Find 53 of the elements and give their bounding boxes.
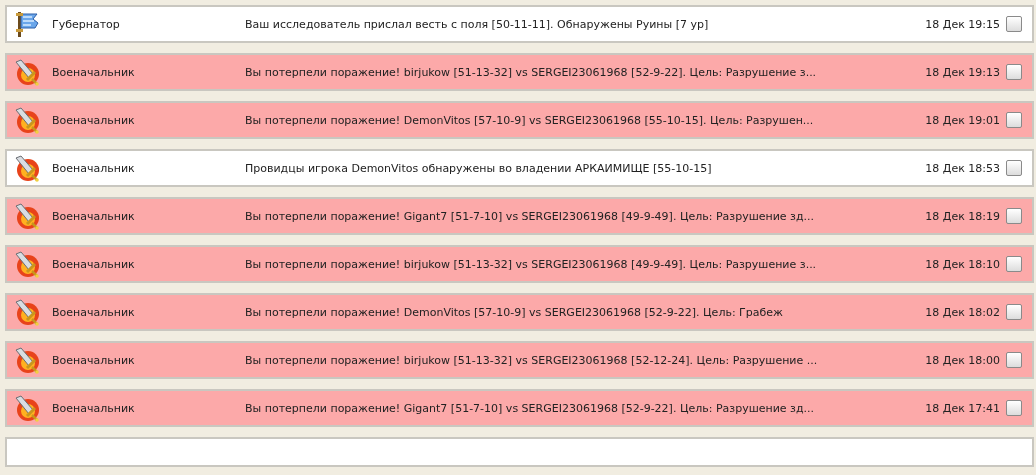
flaming-sword-icon — [12, 394, 41, 422]
sender-name: Военачальник — [52, 305, 136, 319]
sender-name: Военачальник — [52, 161, 136, 175]
checkbox[interactable] — [1006, 16, 1022, 32]
message-time: 18 Дек 19:01 — [925, 113, 1001, 127]
message-row[interactable]: Военачальник Вы потерпели поражение! birjukow [51-13-32] vs SERGEI23061968 [52-9-22]. Цель: Разрушение з... 18 Дек 19:13 — [5, 53, 1034, 91]
message-time: 18 Дек 18:00 — [925, 353, 1001, 367]
message-row[interactable]: Военачальник Провидцы игрока DemonVitos обнаружены во владении АРКАИМИЩЕ [55-10-15] 18 Дек 18:53 — [5, 149, 1034, 187]
message-text: Вы потерпели поражение! DemonVitos [57-10-9] vs SERGEI23061968 [55-10-15]. Цель: Разрушен... — [245, 113, 815, 127]
message-time: 18 Дек 17:41 — [925, 401, 1001, 415]
message-time: 18 Дек 18:19 — [925, 209, 1001, 223]
message-text: Вы потерпели поражение! birjukow [51-13-32] vs SERGEI23061968 [52-12-24]. Цель: Разрушение ... — [245, 353, 819, 367]
sender-name: Военачальник — [52, 353, 136, 367]
message-row[interactable]: Военачальник Вы потерпели поражение! Gigant7 [51-7-10] vs SERGEI23061968 [49-9-49]. Цель: Разрушение зд... 18 Дек 18:19 — [5, 197, 1034, 235]
checkbox[interactable] — [1006, 64, 1022, 80]
message-time: 18 Дек 19:15 — [925, 17, 1001, 31]
message-time: 18 Дек 18:10 — [925, 257, 1001, 271]
sender-name: Военачальник — [52, 209, 136, 223]
sender-name: Губернатор — [52, 17, 121, 31]
checkbox[interactable] — [1006, 208, 1022, 224]
message-row[interactable]: Военачальник Вы потерпели поражение! Gigant7 [51-7-10] vs SERGEI23061968 [52-9-22]. Цель: Разрушение зд... 18 Дек 17:41 — [5, 389, 1034, 427]
message-text: Ваш исследователь прислал весть с поля [50-11-11]. Обнаружены Руины [7 ур] — [245, 17, 710, 31]
flaming-sword-icon — [12, 250, 41, 278]
message-row[interactable]: Губернатор Ваш исследователь прислал весть с поля [50-11-11]. Обнаружены Руины [7 ур] 18 Дек 19:15 — [5, 5, 1034, 43]
message-text: Вы потерпели поражение! Gigant7 [51-7-10] vs SERGEI23061968 [49-9-49]. Цель: Разрушение зд... — [245, 209, 816, 223]
flaming-sword-icon — [12, 154, 41, 182]
message-row[interactable]: Военачальник Вы потерпели поражение! birjukow [51-13-32] vs SERGEI23061968 [49-9-49]. Цель: Разрушение з... 18 Дек 18:10 — [5, 245, 1034, 283]
message-time: 18 Дек 18:53 — [925, 161, 1001, 175]
sender-name: Военачальник — [52, 257, 136, 271]
checkbox[interactable] — [1006, 160, 1022, 176]
message-text: Вы потерпели поражение! DemonVitos [57-10-9] vs SERGEI23061968 [52-9-22]. Цель: Грабеж — [245, 305, 784, 319]
sender-name: Военачальник — [52, 401, 136, 415]
checkbox[interactable] — [1006, 352, 1022, 368]
message-time: 18 Дек 18:02 — [925, 305, 1001, 319]
message-row[interactable]: Военачальник Вы потерпели поражение! DemonVitos [57-10-9] vs SERGEI23061968 [55-10-15]. Цель: Разрушен... 18 Дек 19:01 — [5, 101, 1034, 139]
flaming-sword-icon — [12, 298, 41, 326]
flaming-sword-icon — [12, 58, 41, 86]
sender-name: Военачальник — [52, 113, 136, 127]
checkbox[interactable] — [1006, 256, 1022, 272]
message-text: Вы потерпели поражение! birjukow [51-13-32] vs SERGEI23061968 [52-9-22]. Цель: Разрушение з... — [245, 65, 818, 79]
sender-name: Военачальник — [52, 65, 136, 79]
message-time: 18 Дек 19:13 — [925, 65, 1001, 79]
message-text: Провидцы игрока DemonVitos обнаружены во владении АРКАИМИЩЕ [55-10-15] — [245, 161, 713, 175]
checkbox[interactable] — [1006, 304, 1022, 320]
message-text: Вы потерпели поражение! Gigant7 [51-7-10] vs SERGEI23061968 [52-9-22]. Цель: Разрушение зд... — [245, 401, 816, 415]
flaming-sword-icon — [12, 106, 41, 134]
flaming-sword-icon — [12, 202, 41, 230]
checkbox[interactable] — [1006, 400, 1022, 416]
message-row[interactable]: Военачальник Вы потерпели поражение! birjukow [51-13-32] vs SERGEI23061968 [52-12-24]. Цель: Разрушение ... 18 Дек 18:00 — [5, 341, 1034, 379]
message-row[interactable]: Военачальник Вы потерпели поражение! DemonVitos [57-10-9] vs SERGEI23061968 [52-9-22]. Цель: Грабеж 18 Дек 18:02 — [5, 293, 1034, 331]
flaming-sword-icon — [12, 346, 41, 374]
checkbox[interactable] — [1006, 112, 1022, 128]
message-text: Вы потерпели поражение! birjukow [51-13-32] vs SERGEI23061968 [49-9-49]. Цель: Разрушение з... — [245, 257, 818, 271]
